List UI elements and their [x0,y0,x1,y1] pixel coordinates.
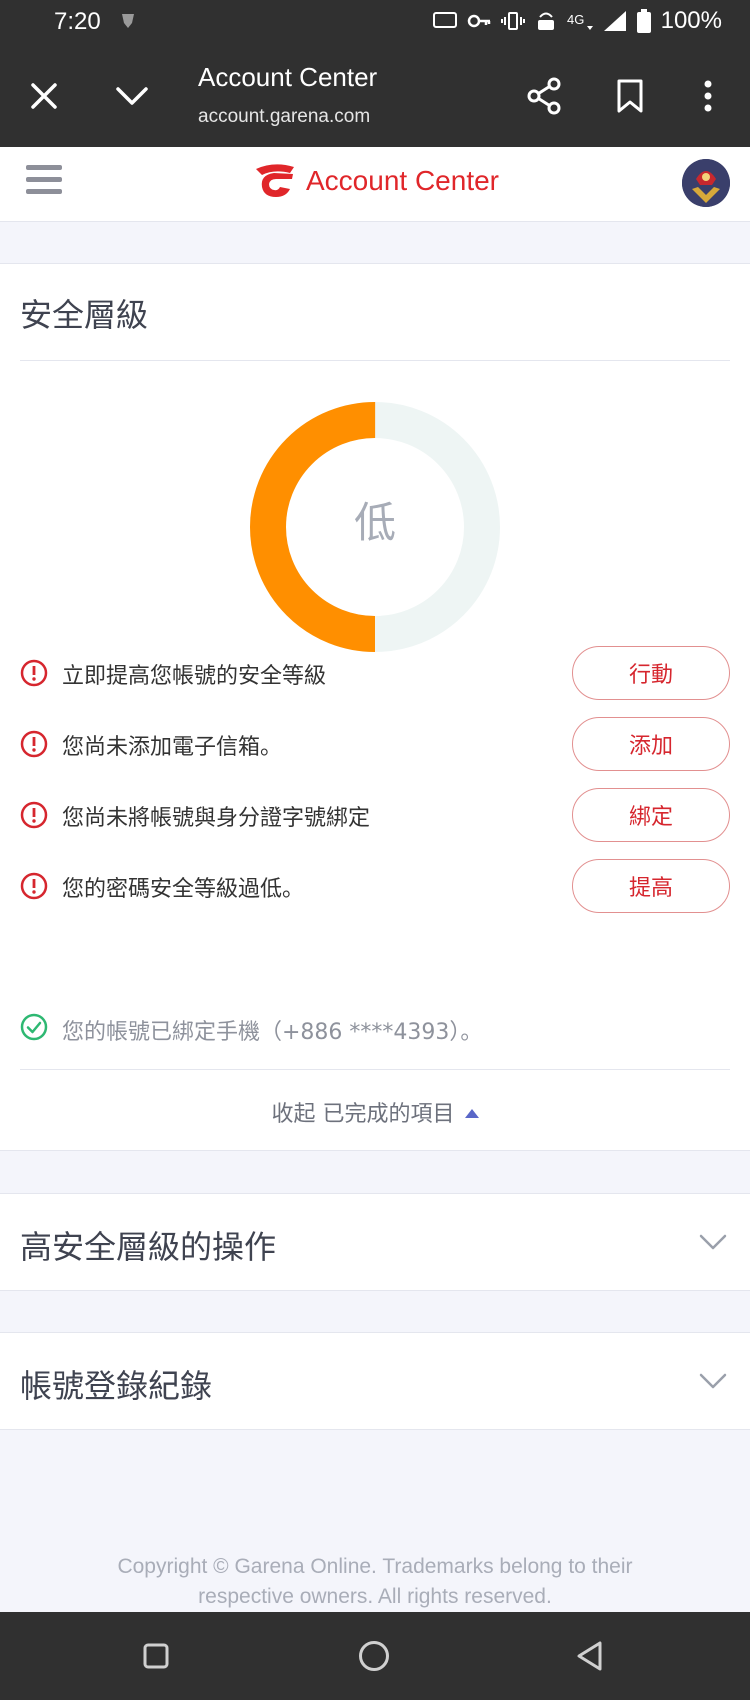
vibrate-icon [500,12,525,30]
completed-row: 您的帳號已綁定手機（+886 ****4393）。 [20,1009,730,1049]
bookmark-button[interactable] [604,70,656,122]
auto-hd-icon [432,12,457,28]
svg-text:4G: 4G [567,12,584,27]
brand-name: Account Center [306,165,499,196]
home-button[interactable] [354,1636,394,1676]
issue-row: 立即提高您帳號的安全等級 行動 [20,646,730,702]
share-icon [527,77,561,115]
warning-icon [20,730,48,758]
status-bar: 7:20 4G 100% [0,0,750,46]
system-nav-bar [0,1612,750,1700]
section-title: 帳號登錄紀錄 [20,1367,213,1405]
back-triangle-icon [577,1641,602,1671]
issue-text: 您的密碼安全等級過低。 [62,877,305,902]
chevron-down-icon [116,87,148,105]
section-title: 高安全層級的操作 [20,1228,277,1266]
warning-icon [20,872,48,900]
battery-percent: 100% [660,7,722,34]
login-records-section[interactable]: 帳號登錄紀錄 [0,1332,750,1430]
collapse-completed-toggle[interactable]: 收起 已完成的項目 [0,1096,750,1128]
close-tab-button[interactable] [18,70,70,122]
battery-icon [636,9,651,33]
avatar-icon [682,159,730,207]
divider [20,1069,730,1070]
brand-logo[interactable]: Account Center [252,161,499,201]
issue-text: 立即提高您帳號的安全等級 [62,664,327,689]
chevron-down-icon [699,1234,727,1250]
check-circle-icon [20,1013,48,1041]
security-level-card: 安全層級 低 立即提高您帳號的安全等級 行動 您尚未添加電子信箱。 添加 您尚未… [0,263,750,1151]
issue-text: 您尚未將帳號與身分證字號綁定 [62,806,371,831]
bind-id-button[interactable]: 綁定 [572,788,730,842]
square-icon [143,1643,169,1669]
cell-signal-icon [603,11,626,31]
status-icons: 4G 100% [432,7,722,35]
more-vertical-icon [704,80,712,112]
close-icon [31,83,57,109]
issue-row: 您的密碼安全等級過低。 提高 [20,859,730,915]
warning-icon [20,659,48,687]
security-title: 安全層級 [20,296,149,334]
issue-text: 您尚未添加電子信箱。 [62,735,283,760]
key-icon [467,14,490,28]
circle-icon [359,1641,389,1671]
share-button[interactable] [518,70,570,122]
more-options-button[interactable] [682,70,734,122]
issue-row: 您尚未將帳號與身分證字號綁定 綁定 [20,788,730,844]
completed-text: 您的帳號已綁定手機（+886 ****4393）。 [62,1020,483,1045]
improve-password-button[interactable]: 提高 [572,859,730,913]
divider [20,360,730,361]
back-button[interactable] [570,1636,610,1676]
site-header: Account Center [0,147,750,222]
4g-signal-icon: 4G [567,12,593,30]
recents-button[interactable] [136,1636,176,1676]
warning-icon [20,801,48,829]
page-title: Account Center [198,62,378,92]
menu-icon[interactable] [26,165,62,199]
add-email-button[interactable]: 添加 [572,717,730,771]
issue-row: 您尚未添加電子信箱。 添加 [20,717,730,773]
status-time: 7:20 [54,8,101,35]
avatar[interactable] [682,159,730,207]
high-security-operations-section[interactable]: 高安全層級的操作 [0,1193,750,1291]
collapse-label: 收起 已完成的項目 [271,1102,455,1127]
caret-up-icon [464,1108,479,1118]
chevron-down-icon [699,1373,727,1389]
action-button[interactable]: 行動 [572,646,730,700]
page-url[interactable]: account.garena.com [198,106,370,128]
shield-notification-icon [122,14,134,28]
copyright-footer: Copyright © Garena Online. Trademarks be… [117,1555,633,1608]
minimize-button[interactable] [106,70,158,122]
browser-toolbar: Account Center account.garena.com [0,46,750,147]
bookmark-icon [617,79,643,113]
garena-logo-icon [256,164,294,197]
security-level-label: 低 [353,498,396,547]
volte-icon [537,12,554,30]
